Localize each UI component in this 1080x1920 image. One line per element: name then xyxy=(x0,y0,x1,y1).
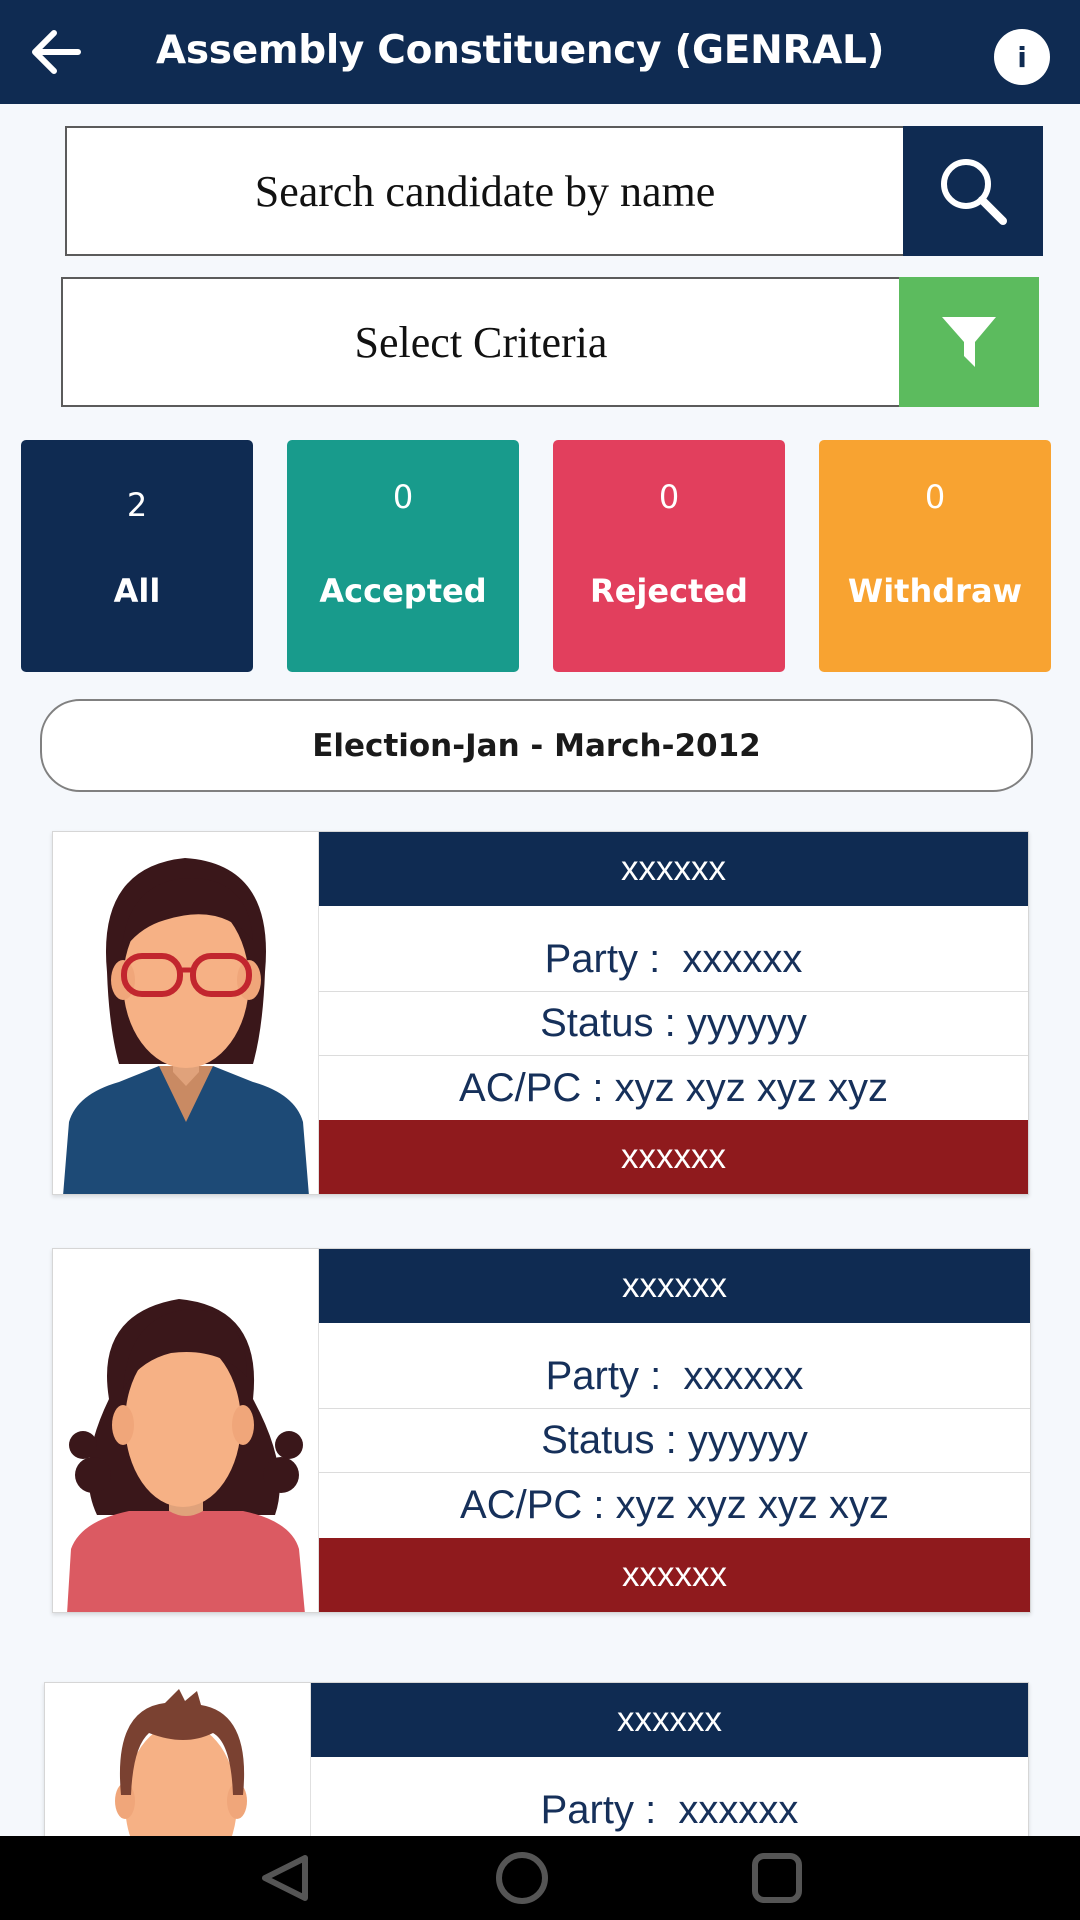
stat-label-withdraw: Withdraw xyxy=(847,572,1023,610)
candidate-footer: xxxxxx xyxy=(319,1538,1030,1612)
stat-tile-withdraw[interactable]: 0 Withdraw xyxy=(819,440,1051,672)
stat-count-rejected: 0 xyxy=(658,478,680,516)
criteria-bar: Select Criteria xyxy=(61,277,1039,407)
search-button[interactable] xyxy=(903,126,1043,256)
candidate-name: xxxxxx xyxy=(319,1249,1030,1323)
system-nav-bar xyxy=(0,1836,1080,1920)
candidate-name: xxxxxx xyxy=(311,1683,1028,1757)
candidate-card[interactable]: xxxxxx Party : xxxxxx Status : yyyyyy AC… xyxy=(52,1248,1031,1613)
info-icon: i xyxy=(1017,40,1027,74)
woman-glasses-avatar-icon xyxy=(63,858,309,1194)
stat-count-withdraw: 0 xyxy=(924,478,946,516)
stat-label-all: All xyxy=(113,572,161,610)
info-button[interactable]: i xyxy=(994,29,1050,85)
candidate-party: Party : xxxxxx xyxy=(319,1345,1030,1409)
woman-curly-hair-avatar-icon xyxy=(67,1299,305,1612)
arrow-left-icon xyxy=(32,30,81,74)
candidate-status: Status : yyyyyy xyxy=(319,1409,1030,1473)
stat-count-accepted: 0 xyxy=(392,478,414,516)
stat-label-rejected: Rejected xyxy=(590,572,748,610)
candidate-name: xxxxxx xyxy=(319,832,1028,906)
nav-back-button[interactable] xyxy=(230,1836,340,1920)
recents-square-icon xyxy=(752,1853,802,1903)
candidate-acpc: AC/PC : xyz xyz xyz xyz xyxy=(459,1065,888,1110)
election-selector[interactable]: Election-Jan - March-2012 xyxy=(40,699,1033,792)
back-button[interactable] xyxy=(24,22,88,82)
back-triangle-icon xyxy=(262,1855,308,1901)
candidate-photo xyxy=(53,832,319,1194)
candidate-info: xxxxxx Party : xxxxxx Status : yyyyyy AC… xyxy=(319,832,1028,1194)
nav-home-button[interactable] xyxy=(467,1836,577,1920)
candidate-photo xyxy=(53,1249,319,1612)
candidate-party: Party : xxxxxx xyxy=(311,1779,1028,1843)
criteria-select[interactable]: Select Criteria xyxy=(63,279,899,405)
candidate-acpc: AC/PC : xyz xyz xyz xyz xyxy=(460,1482,889,1527)
stat-tile-rejected[interactable]: 0 Rejected xyxy=(553,440,785,672)
stat-count-all: 2 xyxy=(126,486,148,524)
stat-tile-all[interactable]: 2 All xyxy=(21,440,253,672)
candidate-info: xxxxxx Party : xxxxxx Status : yyyyyy AC… xyxy=(319,1249,1030,1612)
nav-recents-button[interactable] xyxy=(722,1836,832,1920)
candidate-party: Party : xxxxxx xyxy=(319,928,1028,992)
stat-tile-accepted[interactable]: 0 Accepted xyxy=(287,440,519,672)
stat-label-accepted: Accepted xyxy=(319,572,487,610)
filter-button[interactable] xyxy=(899,277,1039,407)
search-icon xyxy=(941,159,1007,225)
search-input[interactable] xyxy=(67,128,903,254)
app-bar: Assembly Constituency (GENRAL) i xyxy=(0,0,1080,104)
search-bar xyxy=(65,126,1043,256)
filter-icon xyxy=(942,317,996,367)
candidate-status: Status : yyyyyy xyxy=(319,992,1028,1056)
home-circle-icon xyxy=(496,1852,548,1904)
candidate-footer: xxxxxx xyxy=(319,1120,1028,1194)
page-title: Assembly Constituency (GENRAL) xyxy=(156,28,885,73)
candidate-card[interactable]: xxxxxx Party : xxxxxx Status : yyyyyy AC… xyxy=(52,831,1029,1195)
